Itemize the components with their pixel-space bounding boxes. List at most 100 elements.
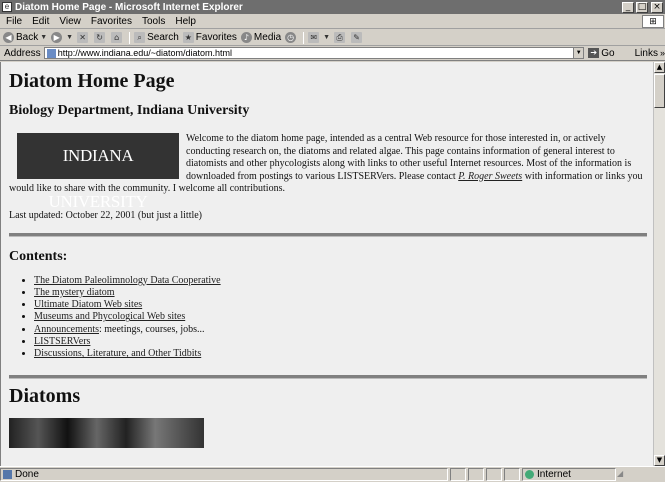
media-icon: ♪ bbox=[240, 32, 252, 43]
print-icon: ⎙ bbox=[334, 32, 346, 43]
favorites-label: Favorites bbox=[195, 32, 237, 43]
ie-window-icon: e bbox=[2, 2, 12, 12]
status-panel bbox=[486, 468, 502, 481]
page-subheading: Biology Department, Indiana University bbox=[9, 103, 250, 118]
stop-button[interactable]: ✕ bbox=[77, 32, 90, 43]
divider bbox=[9, 232, 647, 237]
intro-paragraph: INDIANA UNIVERSITY Welcome to the diatom… bbox=[9, 133, 647, 211]
list-item: The Diatom Paleolimnology Data Cooperati… bbox=[34, 275, 647, 287]
contents-link[interactable]: Ultimate Diatom Web sites bbox=[34, 299, 142, 310]
minimize-button[interactable]: _ bbox=[622, 1, 634, 13]
favorites-star-icon: ★ bbox=[182, 32, 194, 43]
forward-button[interactable]: ▶ ▼ bbox=[51, 32, 73, 43]
home-button[interactable]: ⌂ bbox=[111, 32, 124, 43]
list-item: Announcements: meetings, courses, jobs..… bbox=[34, 324, 647, 336]
window-title: Diatom Home Page - Microsoft Internet Ex… bbox=[15, 1, 243, 13]
maximize-button[interactable]: □ bbox=[636, 1, 648, 13]
contents-link[interactable]: Announcements bbox=[34, 324, 99, 335]
status-panel bbox=[504, 468, 520, 481]
status-text-panel: Done bbox=[0, 468, 448, 481]
last-updated: Last updated: October 22, 2001 (but just… bbox=[9, 209, 203, 221]
address-dropdown-icon[interactable]: ▼ bbox=[573, 48, 584, 58]
contents-link[interactable]: Museums and Phycological Web sites bbox=[34, 311, 185, 322]
status-panel bbox=[450, 468, 466, 481]
list-item: Museums and Phycological Web sites bbox=[34, 311, 647, 323]
page-viewport[interactable]: Diatom Home Page Biology Department, Ind… bbox=[0, 62, 653, 466]
history-button[interactable]: ◷ bbox=[285, 32, 298, 43]
media-button[interactable]: ♪ Media bbox=[240, 32, 282, 43]
history-icon: ◷ bbox=[285, 32, 297, 43]
menu-view[interactable]: View bbox=[54, 16, 86, 27]
standard-toolbar: ◀ Back ▼ ▶ ▼ ✕ ↻ ⌂ ⌕ Search ★ Favorites … bbox=[0, 30, 665, 46]
scroll-down-icon[interactable]: ▼ bbox=[654, 455, 665, 466]
contact-link[interactable]: P. Roger Sweets bbox=[458, 171, 522, 182]
stop-icon: ✕ bbox=[77, 32, 89, 43]
edit-page-icon: ✎ bbox=[351, 32, 363, 43]
diatom-image bbox=[9, 417, 204, 448]
menu-favorites[interactable]: Favorites bbox=[86, 16, 137, 27]
menu-edit[interactable]: Edit bbox=[27, 16, 54, 27]
divider bbox=[9, 374, 647, 379]
links-chevron-icon[interactable]: » bbox=[660, 48, 665, 58]
contents-link[interactable]: The Diatom Paleolimnology Data Cooperati… bbox=[34, 275, 221, 286]
menu-help[interactable]: Help bbox=[170, 16, 201, 27]
refresh-icon: ↻ bbox=[94, 32, 106, 43]
address-bar: Address ▼ ➔ Go Links » bbox=[0, 46, 665, 61]
list-item: Discussions, Literature, and Other Tidbi… bbox=[34, 348, 647, 360]
web-page: Diatom Home Page Biology Department, Ind… bbox=[1, 62, 653, 448]
close-button[interactable]: × bbox=[651, 1, 663, 13]
list-item: Ultimate Diatom Web sites bbox=[34, 299, 647, 311]
status-bar: Done Internet ◢ bbox=[0, 466, 665, 482]
scroll-thumb[interactable] bbox=[654, 74, 665, 108]
resize-grip-icon[interactable]: ◢ bbox=[617, 469, 627, 481]
forward-dropdown-icon[interactable]: ▼ bbox=[66, 34, 73, 41]
print-button[interactable]: ⎙ bbox=[334, 32, 347, 43]
indiana-university-logo: INDIANA UNIVERSITY bbox=[17, 133, 179, 211]
favorites-button[interactable]: ★ Favorites bbox=[182, 32, 237, 43]
list-item-extra: : meetings, courses, jobs... bbox=[99, 323, 205, 335]
search-icon: ⌕ bbox=[134, 32, 146, 43]
mail-icon: ✉ bbox=[308, 32, 320, 43]
mail-dropdown-icon[interactable]: ▼ bbox=[323, 34, 330, 41]
list-item: LISTSERVers bbox=[34, 336, 647, 348]
back-label: Back bbox=[16, 32, 39, 43]
scroll-up-icon[interactable]: ▲ bbox=[654, 62, 665, 73]
status-text: Done bbox=[15, 469, 39, 480]
internet-globe-icon bbox=[525, 470, 534, 479]
search-label: Search bbox=[147, 32, 179, 43]
media-label: Media bbox=[253, 32, 282, 43]
toolbar-separator bbox=[129, 31, 131, 44]
menu-file[interactable]: File bbox=[0, 16, 27, 27]
search-button[interactable]: ⌕ Search bbox=[134, 32, 179, 43]
page-done-icon bbox=[3, 470, 12, 479]
page-icon bbox=[46, 48, 56, 58]
list-item: The mystery diatom bbox=[34, 287, 647, 299]
menu-tools[interactable]: Tools bbox=[137, 16, 170, 27]
contents-heading: Contents: bbox=[9, 248, 68, 264]
windows-logo-icon: ⊞ bbox=[642, 15, 664, 28]
contents-link[interactable]: The mystery diatom bbox=[34, 287, 115, 298]
address-label: Address bbox=[4, 47, 41, 59]
title-bar: e Diatom Home Page - Microsoft Internet … bbox=[0, 0, 665, 14]
go-arrow-icon: ➔ bbox=[588, 48, 600, 58]
diatoms-heading: Diatoms bbox=[9, 384, 81, 407]
contents-list: The Diatom Paleolimnology Data Cooperati… bbox=[34, 275, 647, 361]
toolbar-separator bbox=[303, 31, 305, 44]
contents-link[interactable]: Discussions, Literature, and Other Tidbi… bbox=[34, 348, 201, 359]
back-button[interactable]: ◀ Back ▼ bbox=[3, 32, 47, 43]
contents-link[interactable]: LISTSERVers bbox=[34, 336, 90, 347]
address-input[interactable] bbox=[57, 48, 578, 58]
refresh-button[interactable]: ↻ bbox=[94, 32, 107, 43]
vertical-scrollbar[interactable]: ▲ ▼ bbox=[653, 62, 665, 466]
back-arrow-icon: ◀ bbox=[3, 32, 14, 43]
status-panel bbox=[468, 468, 484, 481]
home-icon: ⌂ bbox=[111, 32, 123, 43]
go-button[interactable]: ➔ Go bbox=[588, 48, 615, 59]
back-dropdown-icon[interactable]: ▼ bbox=[40, 34, 47, 41]
links-button[interactable]: Links bbox=[635, 48, 658, 59]
edit-button[interactable]: ✎ bbox=[351, 32, 364, 43]
mail-button[interactable]: ✉ ▼ bbox=[308, 32, 330, 43]
address-field[interactable]: ▼ bbox=[43, 47, 585, 59]
menu-bar: File Edit View Favorites Tools Help ⊞ bbox=[0, 14, 665, 29]
forward-arrow-icon: ▶ bbox=[51, 32, 63, 43]
